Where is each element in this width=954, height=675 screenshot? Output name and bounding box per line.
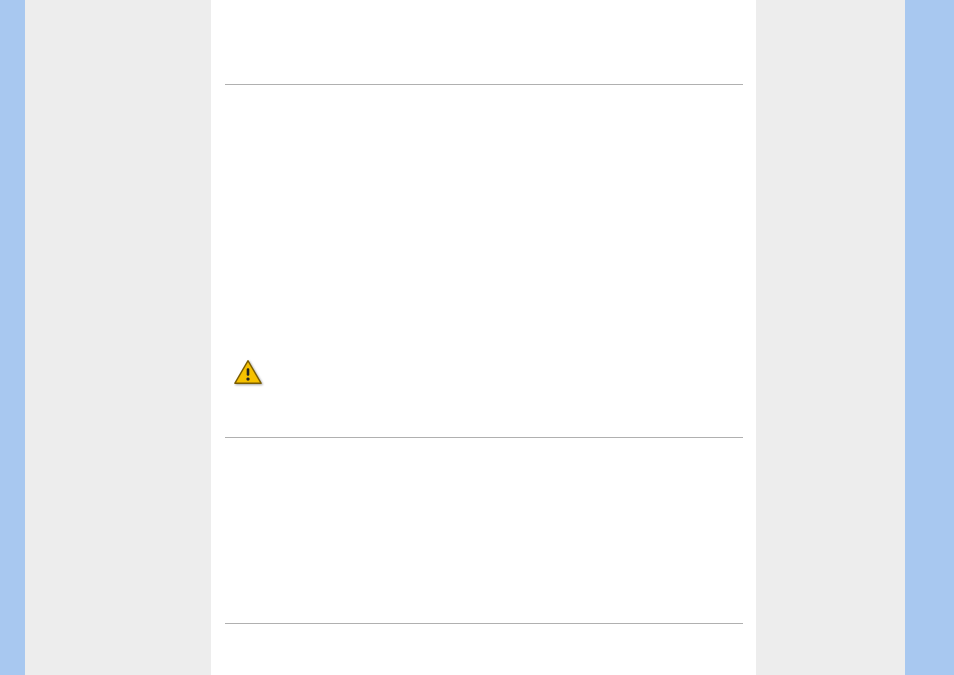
section-divider: [225, 437, 743, 438]
section-divider: [225, 84, 743, 85]
warning-icon: [233, 358, 263, 386]
content-page: [211, 0, 756, 675]
outer-frame: [0, 0, 954, 675]
section-divider: [225, 623, 743, 624]
